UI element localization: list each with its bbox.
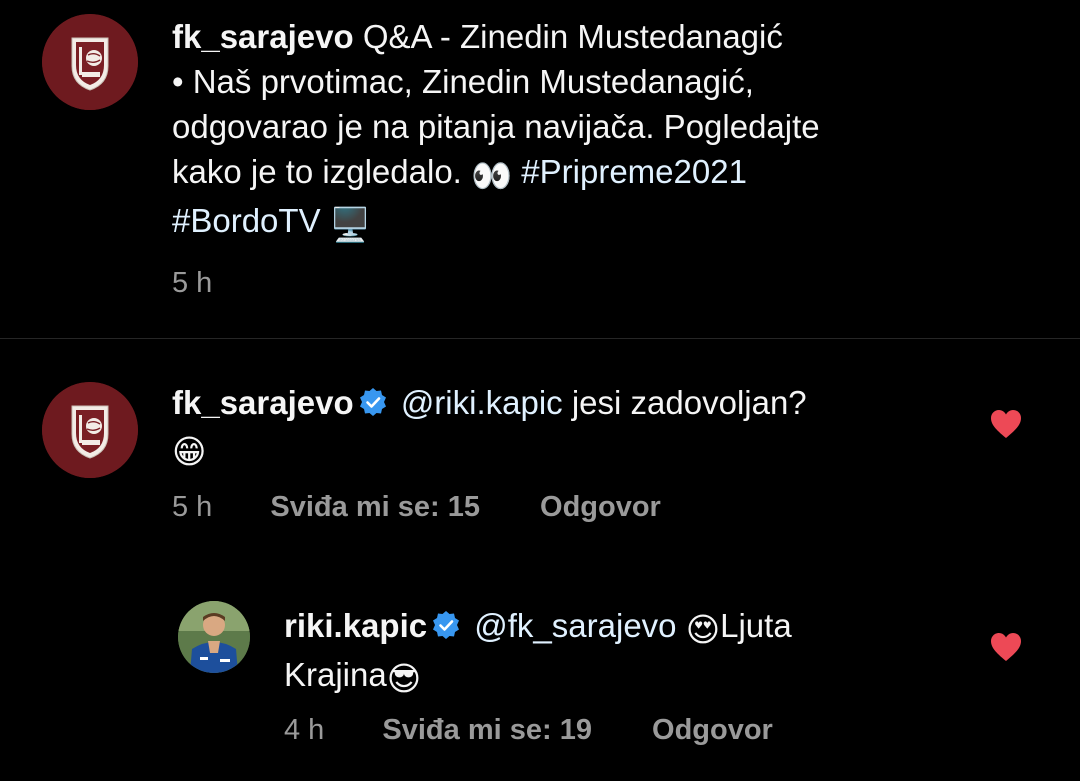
- grin-emoji-icon: 😁: [172, 433, 207, 470]
- user-photo-avatar: [178, 601, 250, 673]
- reply-meta: 4 h Sviđa mi se: 19 Odgovor: [284, 714, 773, 747]
- reply-line-2: Krajina😎: [284, 652, 984, 701]
- reply-avatar[interactable]: [178, 601, 250, 673]
- reply-mention[interactable]: @fk_sarajevo: [474, 607, 676, 644]
- heart-eyes-emoji-icon: 😍: [685, 611, 721, 648]
- reply-username[interactable]: riki.kapic: [284, 607, 427, 644]
- comment-meta: 5 h Sviđa mi se: 15 Odgovor: [172, 491, 661, 524]
- caption-line-3: odgovarao je na pitanja navijača. Pogled…: [172, 108, 820, 145]
- verified-badge-icon: [358, 387, 388, 417]
- comment-body: fk_sarajevo @riki.kapic jesi zadovoljan?…: [172, 380, 972, 474]
- caption-line-2: • Naš prvotimac, Zinedin Mustedanagić,: [172, 63, 754, 100]
- comment-line-2: 😁: [172, 425, 972, 474]
- caption-divider: [0, 338, 1080, 339]
- post-avatar[interactable]: [42, 14, 138, 110]
- reply-text-2: Krajina: [284, 656, 387, 693]
- comment-text: jesi zadovoljan?: [571, 384, 807, 421]
- eyes-emoji-icon: 👀: [471, 157, 513, 194]
- reply-like-heart-icon[interactable]: [990, 632, 1022, 662]
- hashtag-pripreme2021[interactable]: #Pripreme2021: [521, 153, 747, 190]
- reply-text-1: Ljuta: [720, 607, 792, 644]
- caption-text-end: kako je to izgledalo.: [172, 153, 462, 190]
- post-caption: fk_sarajevo Q&A - Zinedin Mustedanagić •…: [172, 14, 1032, 247]
- reply-likes[interactable]: Sviđa mi se: 19: [382, 714, 592, 746]
- comment-line-1: fk_sarajevo @riki.kapic jesi zadovoljan?: [172, 380, 972, 425]
- verified-badge-icon: [431, 610, 461, 640]
- fk-sarajevo-crest-icon: [42, 14, 138, 110]
- comment-reply-button[interactable]: Odgovor: [540, 491, 661, 523]
- caption-title: Q&A - Zinedin Mustedanagić: [362, 18, 783, 55]
- caption-line-4: kako je to izgledalo. 👀 #Pripreme2021: [172, 149, 1032, 198]
- reply-time: 4 h: [284, 714, 325, 746]
- comment-likes[interactable]: Sviđa mi se: 15: [270, 491, 480, 523]
- comment-mention[interactable]: @riki.kapic: [401, 384, 563, 421]
- tv-emoji-icon: 🖥️: [329, 206, 371, 243]
- comment-username[interactable]: fk_sarajevo: [172, 384, 354, 421]
- post-time: 5 h: [172, 267, 213, 299]
- post-username[interactable]: fk_sarajevo: [172, 18, 354, 55]
- comment-avatar[interactable]: [42, 382, 138, 478]
- caption-line-5: #BordoTV 🖥️: [172, 198, 1032, 247]
- fk-sarajevo-crest-icon: [42, 382, 138, 478]
- reply-body: riki.kapic @fk_sarajevo 😍Ljuta Krajina😎: [284, 603, 984, 701]
- comment-time: 5 h: [172, 491, 213, 523]
- hashtag-bordotv[interactable]: #BordoTV: [172, 202, 321, 239]
- caption-line-1: fk_sarajevo Q&A - Zinedin Mustedanagić: [172, 14, 1032, 59]
- post-timestamp: 5 h: [172, 267, 212, 300]
- sunglasses-emoji-icon: 😎: [386, 660, 422, 697]
- comment-like-heart-icon[interactable]: [990, 409, 1022, 439]
- reply-line-1: riki.kapic @fk_sarajevo 😍Ljuta: [284, 603, 984, 652]
- reply-reply-button[interactable]: Odgovor: [652, 714, 773, 746]
